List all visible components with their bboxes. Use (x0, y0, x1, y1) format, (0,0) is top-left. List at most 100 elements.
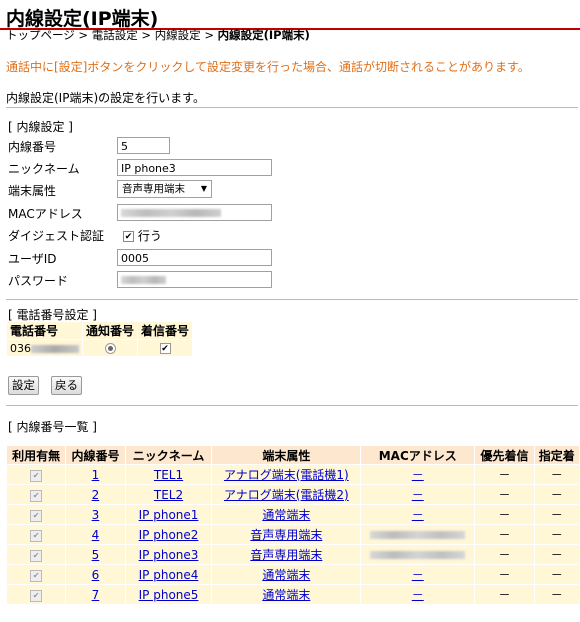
header-mac-address: MACアドレス (361, 446, 475, 464)
terminal-type-link[interactable]: 通常端末 (262, 588, 310, 602)
redacted-mac (370, 531, 466, 539)
mac-address-link[interactable]: － (412, 488, 424, 502)
terminal-type-cell: 通常端末 (212, 585, 361, 604)
extension-number-link[interactable]: 6 (92, 568, 100, 582)
userid-input[interactable]: 0005 (117, 249, 272, 266)
mac-address-input[interactable] (117, 204, 272, 221)
extension-number-link[interactable]: 5 (92, 548, 100, 562)
table-row: ✔ 6 IP phone4 通常端末 － － － (7, 565, 579, 584)
notify-number-radio[interactable] (104, 343, 116, 354)
breadcrumb: トップページ > 電話設定 > 内線設定 > 内線設定(IP端末) (6, 27, 310, 43)
in-use-cell: ✔ (7, 545, 66, 564)
table-row: ✔ 7 IP phone5 通常端末 － － － (7, 585, 579, 604)
extension-number-link[interactable]: 7 (92, 588, 100, 602)
extension-settings-title: [ 内線設定 ] (8, 120, 73, 134)
breadcrumb-sep: > (137, 28, 155, 42)
terminal-type-link[interactable]: 通常端末 (262, 508, 310, 522)
mac-address-cell: － (361, 485, 475, 504)
mac-address-link[interactable]: － (412, 588, 424, 602)
userid-label: ユーザID (8, 252, 57, 266)
in-use-checkbox: ✔ (30, 570, 43, 582)
extension-list-header-row: 利用有無 内線番号 ニックネーム 端末属性 MACアドレス 優先着信 指定着 (7, 446, 579, 464)
header-nickname: ニックネーム (125, 446, 212, 464)
in-use-cell: ✔ (7, 505, 66, 524)
nickname-cell: TEL1 (125, 465, 212, 484)
mac-address-link[interactable]: － (412, 568, 424, 582)
terminal-type-link[interactable]: 音声専用端末 (250, 548, 322, 562)
mac-address-link[interactable]: － (412, 508, 424, 522)
designated-incoming-cell: － (534, 485, 579, 504)
terminal-type-label: 端末属性 (8, 184, 57, 198)
extension-number-link[interactable]: 4 (92, 528, 100, 542)
header-notify-number: 通知番号 (83, 322, 138, 339)
chevron-down-icon: ▼ (200, 184, 207, 193)
extension-number-input[interactable]: 5 (117, 137, 170, 154)
terminal-type-cell: アナログ端末(電話機1) (212, 465, 361, 484)
designated-incoming-cell: － (534, 585, 579, 604)
extension-list-table: 利用有無 内線番号 ニックネーム 端末属性 MACアドレス 優先着信 指定着 ✔… (6, 445, 580, 605)
breadcrumb-extension-settings[interactable]: 内線設定 (155, 28, 201, 42)
nickname-link[interactable]: TEL2 (154, 488, 183, 502)
terminal-type-link[interactable]: 通常端末 (262, 568, 310, 582)
priority-incoming-cell: － (475, 545, 534, 564)
priority-incoming-cell: － (475, 525, 534, 544)
redacted-password (121, 276, 166, 284)
terminal-type-value: 音声専用端末 (122, 183, 185, 195)
mac-address-cell (361, 545, 475, 564)
digest-auth-check-label: 行う (137, 229, 162, 243)
nickname-link[interactable]: IP phone1 (139, 508, 199, 522)
nickname-cell: IP phone4 (125, 565, 212, 584)
notify-number-cell (83, 340, 138, 356)
nickname-link[interactable]: IP phone2 (139, 528, 199, 542)
terminal-type-cell: 通常端末 (212, 505, 361, 524)
nickname-link[interactable]: IP phone4 (139, 568, 199, 582)
nickname-cell: TEL2 (125, 485, 212, 504)
priority-incoming-cell: － (475, 465, 534, 484)
designated-incoming-cell: － (534, 525, 579, 544)
breadcrumb-phone-settings[interactable]: 電話設定 (92, 28, 138, 42)
redacted-mac (121, 209, 221, 217)
extension-number-link[interactable]: 1 (92, 468, 100, 482)
extension-number-cell: 3 (66, 505, 125, 524)
page-description: 内線設定(IP端末)の設定を行います。 (6, 91, 205, 105)
terminal-type-select[interactable]: 音声専用端末 ▼ (117, 180, 212, 198)
terminal-type-cell: 音声専用端末 (212, 545, 361, 564)
in-use-checkbox: ✔ (30, 510, 43, 522)
incoming-number-checkbox[interactable]: ✔ (159, 343, 171, 354)
extension-number-cell: 2 (66, 485, 125, 504)
mac-address-label: MACアドレス (8, 207, 83, 221)
mac-address-link[interactable]: － (412, 468, 424, 482)
priority-incoming-cell: － (475, 585, 534, 604)
divider (6, 107, 578, 108)
priority-incoming-cell: － (475, 565, 534, 584)
password-input[interactable] (117, 271, 272, 288)
designated-incoming-cell: － (534, 465, 579, 484)
header-extension-number: 内線番号 (66, 446, 125, 464)
extension-number-link[interactable]: 3 (92, 508, 100, 522)
breadcrumb-sep: > (200, 28, 218, 42)
nickname-input[interactable]: IP phone3 (117, 159, 272, 176)
in-use-checkbox: ✔ (30, 590, 43, 602)
terminal-type-link[interactable]: アナログ端末(電話機1) (224, 468, 349, 482)
breadcrumb-top[interactable]: トップページ (6, 28, 75, 42)
in-use-cell: ✔ (7, 525, 66, 544)
digest-auth-label: ダイジェスト認証 (8, 229, 105, 243)
terminal-type-link[interactable]: アナログ端末(電話機2) (224, 488, 349, 502)
nickname-link[interactable]: IP phone5 (139, 588, 199, 602)
mac-address-cell: － (361, 505, 475, 524)
terminal-type-link[interactable]: 音声専用端末 (250, 528, 322, 542)
divider (6, 405, 578, 406)
nickname-link[interactable]: TEL1 (154, 468, 183, 482)
extension-number-link[interactable]: 2 (92, 488, 100, 502)
extension-list-title: [ 内線番号一覧 ] (8, 420, 97, 434)
in-use-checkbox: ✔ (30, 470, 43, 482)
set-button[interactable]: 設定 (8, 376, 39, 395)
header-designated-incoming: 指定着 (534, 446, 579, 464)
table-row: ✔ 4 IP phone2 音声専用端末 － － (7, 525, 579, 544)
in-use-checkbox: ✔ (30, 530, 43, 542)
digest-auth-checkbox[interactable]: ✔ (123, 231, 134, 242)
back-button[interactable]: 戻る (51, 376, 82, 395)
nickname-cell: IP phone3 (125, 545, 212, 564)
nickname-link[interactable]: IP phone3 (139, 548, 199, 562)
in-use-cell: ✔ (7, 465, 66, 484)
